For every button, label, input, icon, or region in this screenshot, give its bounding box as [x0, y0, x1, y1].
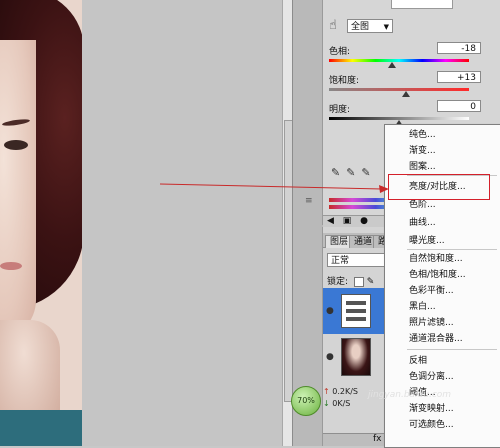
hue-value-input[interactable]: -18	[437, 42, 481, 54]
saturation-label: 饱和度:	[329, 76, 360, 86]
saturation-slider-knob[interactable]	[402, 91, 410, 97]
visibility-eye-icon[interactable]: ●	[326, 352, 334, 362]
canvas-photo	[0, 0, 82, 446]
layer-row-adjustment[interactable]: ●	[323, 288, 387, 334]
visibility-eye-icon[interactable]: ●	[326, 306, 334, 316]
lightness-label: 明度:	[329, 105, 351, 115]
lightness-value-input[interactable]: 0	[437, 100, 481, 112]
panel-divider[interactable]: ≡	[292, 0, 324, 446]
lock-label: 锁定:	[327, 277, 349, 287]
preset-dropdown[interactable]: 全图 ▼	[347, 19, 393, 33]
photo-cloth	[0, 410, 82, 446]
photo-eye	[4, 140, 28, 150]
menu-item[interactable]: 渐变...	[409, 145, 436, 157]
layer-row-photo[interactable]: ●	[323, 334, 387, 380]
menu-item[interactable]: 通道混合器...	[409, 333, 463, 345]
menu-item[interactable]: 纯色...	[409, 129, 436, 141]
menu-item[interactable]: 色调分离...	[409, 371, 454, 383]
adjustment-layer-thumbnail	[341, 294, 371, 328]
photo-layer-thumbnail	[341, 338, 371, 376]
menu-highlight-box	[388, 174, 490, 200]
photo-lip	[0, 262, 22, 270]
menu-item[interactable]: 曝光度...	[409, 235, 445, 247]
menu-separator	[407, 349, 497, 350]
preset-value: 全图	[351, 22, 370, 32]
menu-item[interactable]: 自然饱和度...	[409, 253, 463, 265]
hue-label: 色相:	[329, 47, 351, 57]
lock-row: 锁定: ✎	[327, 274, 374, 287]
menu-item[interactable]: 曲线...	[409, 217, 436, 229]
net-percent-badge: 70%	[291, 386, 321, 416]
photo-face	[0, 40, 36, 340]
lock-paint-icon[interactable]: ✎	[367, 277, 375, 287]
upload-rate: 0.2K/S	[332, 387, 358, 396]
red-arrow-annotation	[160, 183, 389, 193]
blend-mode-value: 正常	[331, 256, 350, 266]
saturation-value-input[interactable]: +13	[437, 71, 481, 83]
menu-separator	[407, 249, 497, 250]
menu-item[interactable]: 照片滤镜...	[409, 317, 454, 329]
hue-slider-track[interactable]	[329, 59, 469, 62]
saturation-slider-track[interactable]	[329, 88, 469, 91]
download-rate: 0K/S	[332, 399, 351, 408]
menu-item[interactable]: 色彩平衡...	[409, 285, 454, 297]
menu-item[interactable]: 渐变映射...	[409, 403, 454, 415]
menu-item[interactable]: 图案...	[409, 161, 436, 173]
canvas-background	[82, 0, 282, 446]
download-arrow-icon: ↓	[323, 399, 330, 408]
divider-grip-icon[interactable]: ≡	[305, 196, 313, 206]
menu-item[interactable]: 色阶...	[409, 199, 436, 211]
lock-transparent-checkbox[interactable]	[353, 276, 364, 287]
top-field[interactable]	[391, 0, 453, 9]
menu-item[interactable]: 黑白...	[409, 301, 436, 313]
hand-target-icon[interactable]: ☝	[329, 18, 337, 33]
chevron-down-icon: ▼	[383, 23, 389, 31]
watermark-text: jingyan.baidu.com	[368, 390, 452, 400]
upload-arrow-icon: ↑	[323, 387, 330, 396]
hue-slider-knob[interactable]	[388, 62, 396, 68]
eyedropper-icons[interactable]: ✎✎✎	[331, 166, 377, 179]
menu-item[interactable]: 可选颜色...	[409, 419, 454, 431]
menu-item[interactable]: 色相/饱和度...	[409, 269, 466, 281]
net-rates: ↑ 0.2K/S ↓ 0K/S	[323, 386, 358, 410]
blend-mode-dropdown[interactable]: 正常	[327, 253, 385, 267]
menu-item[interactable]: 反相	[409, 355, 427, 367]
